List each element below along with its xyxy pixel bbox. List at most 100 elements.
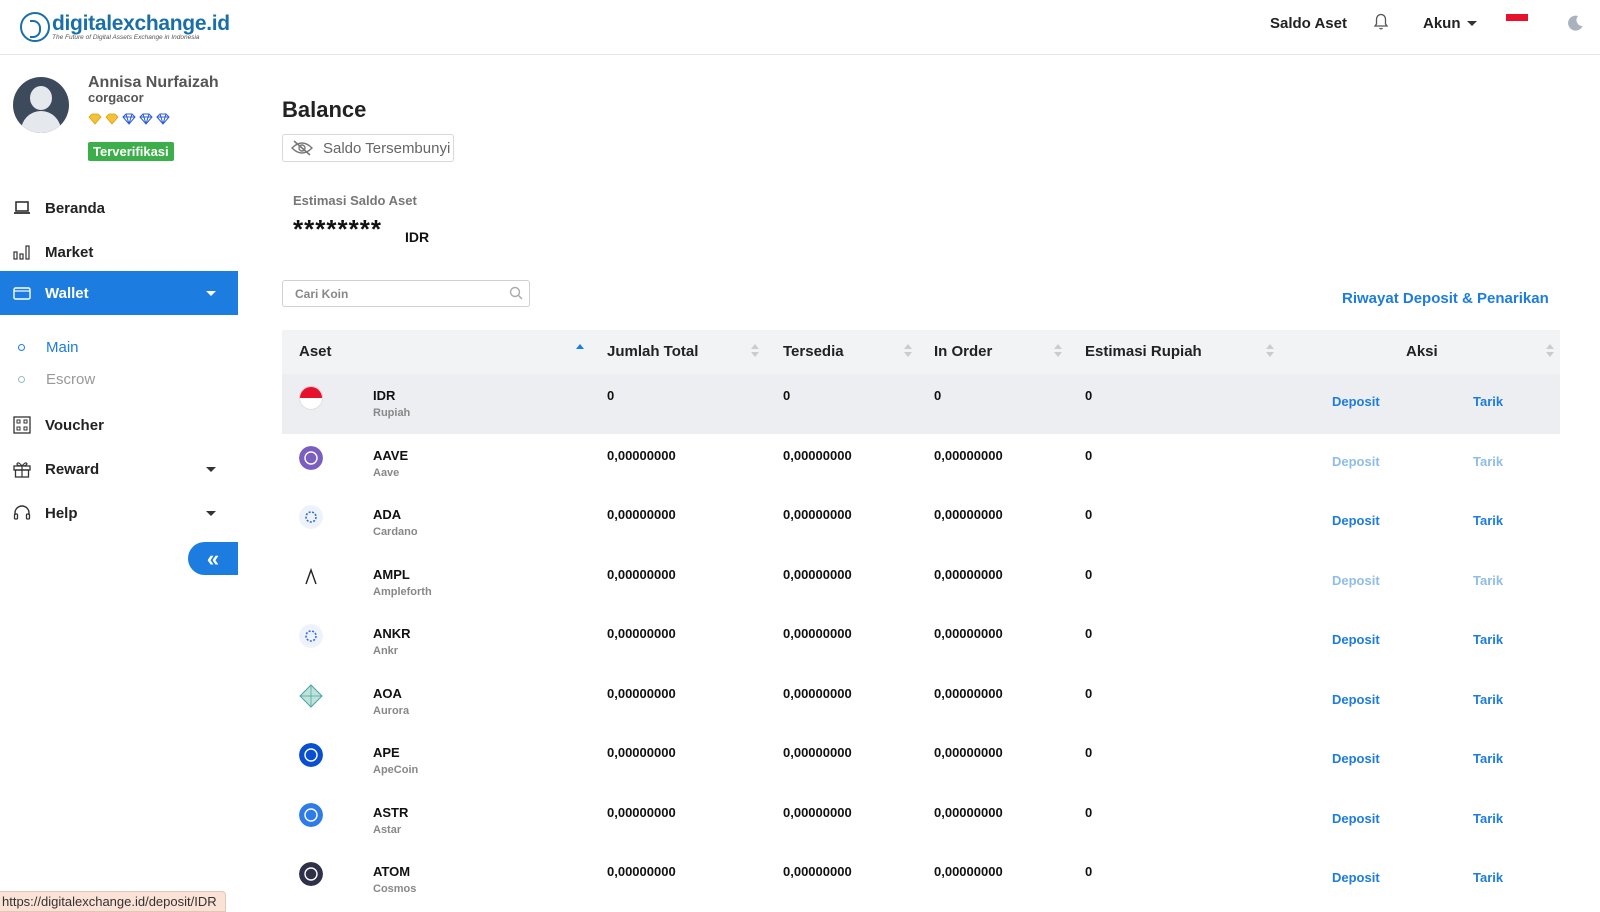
cosmos-coin-icon xyxy=(299,862,323,886)
sidebar-subitem-escrow[interactable]: Escrow xyxy=(0,365,95,393)
asset-name: Cardano xyxy=(373,526,418,538)
table-row[interactable]: ADA Cardano 0,00000000 0,00000000 0,0000… xyxy=(282,493,1560,553)
table-row[interactable]: IDR Rupiah 0 0 0 0 Deposit Tarik xyxy=(282,374,1560,434)
withdraw-button[interactable]: Tarik xyxy=(1473,513,1503,528)
withdraw-button[interactable]: Tarik xyxy=(1473,751,1503,766)
sidebar: Annisa Nurfaizah corgacor Terverifikasi … xyxy=(0,55,238,912)
total-amount: 0,00000000 xyxy=(607,507,676,522)
search-icon[interactable] xyxy=(509,286,523,300)
withdraw-button[interactable]: Tarik xyxy=(1473,454,1503,469)
sidebar-item-market[interactable]: Market xyxy=(0,230,238,274)
deposit-button[interactable]: Deposit xyxy=(1332,870,1380,885)
logo-tagline: The Future of Digital Assets Exchange in… xyxy=(52,33,200,41)
table-row[interactable]: AMPL Ampleforth 0,00000000 0,00000000 0,… xyxy=(282,553,1560,613)
in-order-amount: 0,00000000 xyxy=(934,804,1003,820)
withdraw-button[interactable]: Tarik xyxy=(1473,692,1503,707)
hide-balance-button[interactable]: Saldo Tersembunyi xyxy=(282,134,454,162)
column-header-tersedia[interactable]: Tersedia xyxy=(783,343,844,360)
deposit-button[interactable]: Deposit xyxy=(1332,811,1380,826)
search-input[interactable] xyxy=(295,286,495,301)
sidebar-subitem-main[interactable]: Main xyxy=(0,333,79,361)
withdraw-button[interactable]: Tarik xyxy=(1473,870,1503,885)
sidebar-item-voucher[interactable]: Voucher xyxy=(0,403,238,447)
aave-coin-icon xyxy=(299,445,323,470)
chevron-down-icon xyxy=(1466,21,1477,26)
sidebar-item-reward[interactable]: Reward xyxy=(0,447,238,491)
column-header-jumlah-total[interactable]: Jumlah Total xyxy=(607,343,698,360)
gift-icon xyxy=(13,460,31,478)
estimate-rupiah: 0 xyxy=(1085,388,1093,403)
withdraw-button[interactable]: Tarik xyxy=(1473,573,1503,588)
bell-icon[interactable] xyxy=(1373,13,1389,31)
column-header-aset[interactable]: Aset xyxy=(299,343,332,360)
table-row[interactable]: ANKR Ankr 0,00000000 0,00000000 0,000000… xyxy=(282,612,1560,672)
deposit-button[interactable]: Deposit xyxy=(1332,692,1380,707)
voucher-icon xyxy=(13,416,31,434)
sort-icon[interactable] xyxy=(1054,344,1062,360)
sort-icon[interactable] xyxy=(1266,344,1274,360)
table-row[interactable]: APE ApeCoin 0,00000000 0,00000000 0,0000… xyxy=(282,731,1560,791)
collapse-sidebar-button[interactable]: « xyxy=(188,542,238,575)
sidebar-item-wallet[interactable]: Wallet xyxy=(0,271,238,315)
table-body: IDR Rupiah 0 0 0 0 Deposit Tarik AAVE Aa… xyxy=(282,374,1560,910)
in-order-amount: 0,00000000 xyxy=(934,566,1003,582)
deposit-button[interactable]: Deposit xyxy=(1332,573,1380,588)
sidebar-item-beranda[interactable]: Beranda xyxy=(0,186,238,230)
deposit-button[interactable]: Deposit xyxy=(1332,751,1380,766)
bullet-icon xyxy=(18,343,25,351)
sort-icon[interactable] xyxy=(751,344,759,360)
available-amount: 0,00000000 xyxy=(783,626,852,641)
column-header-estimasi-rupiah[interactable]: Estimasi Rupiah xyxy=(1085,343,1202,360)
hide-balance-label: Saldo Tersembunyi xyxy=(323,139,451,157)
sort-icon[interactable] xyxy=(904,344,912,360)
chevron-down-icon xyxy=(206,467,216,472)
deposit-button[interactable]: Deposit xyxy=(1332,513,1380,528)
table-header: Aset Jumlah Total Tersedia In Order Esti… xyxy=(282,330,1560,374)
logo[interactable]: digitalexchange.id The Future of Digital… xyxy=(20,10,230,44)
sidebar-item-label: Wallet xyxy=(45,284,89,302)
asset-symbol: ANKR xyxy=(373,626,411,641)
in-order-amount: 0,00000000 xyxy=(934,447,1003,463)
table-row[interactable]: ASTR Astar 0,00000000 0,00000000 0,00000… xyxy=(282,791,1560,851)
total-amount: 0,00000000 xyxy=(607,864,676,879)
cardano-coin-icon xyxy=(299,505,323,529)
in-order-amount: 0,00000000 xyxy=(934,864,1003,879)
deposit-withdraw-history-link[interactable]: Riwayat Deposit & Penarikan xyxy=(1342,290,1549,307)
asset-name: Rupiah xyxy=(373,407,411,419)
avatar[interactable] xyxy=(13,77,69,133)
estimate-rupiah: 0 xyxy=(1085,447,1093,463)
table-row[interactable]: AOA Aurora 0,00000000 0,00000000 0,00000… xyxy=(282,672,1560,732)
asset-name: Astar xyxy=(373,823,402,836)
deposit-button[interactable]: Deposit xyxy=(1332,454,1380,469)
indonesia-flag-icon[interactable] xyxy=(1506,14,1528,28)
withdraw-button[interactable]: Tarik xyxy=(1473,811,1503,826)
withdraw-button[interactable]: Tarik xyxy=(1473,632,1503,647)
estimate-value: ******** xyxy=(293,214,382,244)
table-row[interactable]: ATOM Cosmos 0,00000000 0,00000000 0,0000… xyxy=(282,850,1560,910)
total-amount: 0,00000000 xyxy=(607,804,676,820)
available-amount: 0,00000000 xyxy=(783,804,852,820)
estimate-label: Estimasi Saldo Aset xyxy=(293,193,417,208)
deposit-button[interactable]: Deposit xyxy=(1332,394,1380,409)
in-order-amount: 0,00000000 xyxy=(934,626,1003,641)
asset-name: ApeCoin xyxy=(373,764,419,776)
estimate-rupiah: 0 xyxy=(1085,804,1093,820)
available-amount: 0,00000000 xyxy=(783,447,852,463)
withdraw-button[interactable]: Tarik xyxy=(1473,394,1503,409)
bullet-icon xyxy=(18,375,25,383)
sort-icon[interactable] xyxy=(576,344,584,360)
column-header-in-order[interactable]: In Order xyxy=(934,343,992,360)
asset-name: Ankr xyxy=(373,645,399,657)
estimate-rupiah: 0 xyxy=(1085,626,1093,641)
ankr-coin-icon xyxy=(299,624,323,648)
sidebar-item-help[interactable]: Help xyxy=(0,491,238,535)
sidebar-subitem-label: Escrow xyxy=(46,370,96,388)
akun-dropdown[interactable]: Akun xyxy=(1423,15,1477,32)
moon-icon[interactable] xyxy=(1566,14,1584,32)
laptop-icon xyxy=(13,199,31,217)
table-row[interactable]: AAVE Aave 0,00000000 0,00000000 0,000000… xyxy=(282,434,1560,494)
sort-icon[interactable] xyxy=(1546,344,1554,360)
saldo-aset-link[interactable]: Saldo Aset xyxy=(1270,15,1347,32)
column-header-aksi[interactable]: Aksi xyxy=(1406,343,1438,360)
deposit-button[interactable]: Deposit xyxy=(1332,632,1380,647)
